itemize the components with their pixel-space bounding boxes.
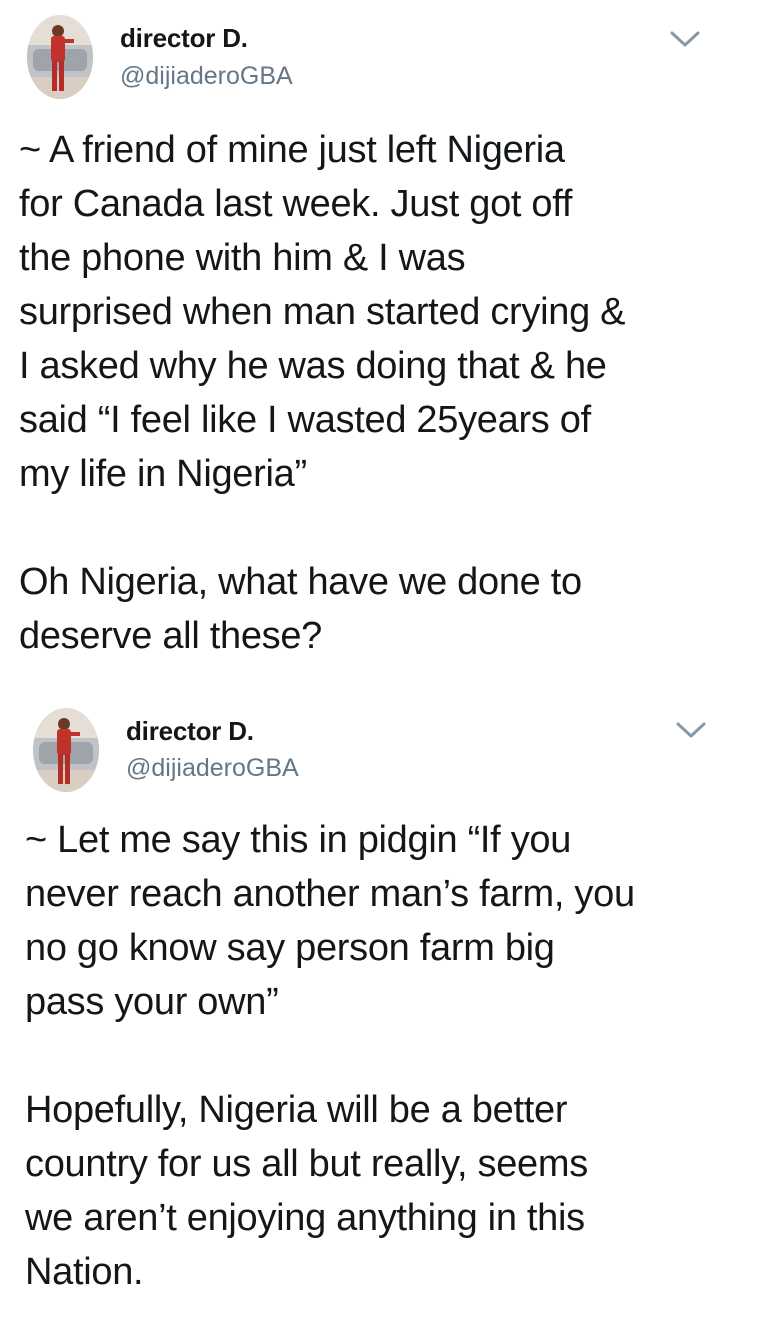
tweet-text-line: ~ A friend of mine just left Nigeria [19, 129, 565, 171]
author-name[interactable]: director D. [126, 716, 254, 746]
tweet-text-line: I asked why he was doing that & he [19, 345, 607, 387]
tweet-text: ~ Let me say this in pidgin “If you neve… [25, 813, 635, 1299]
tweet-text-line: no go know say person farm big [25, 927, 555, 969]
tweet-text-line: surprised when man started crying & [19, 291, 626, 333]
tweet-text-line: we aren’t enjoying anything in this [25, 1197, 585, 1239]
avatar-photo [33, 708, 99, 792]
avatar[interactable] [27, 15, 93, 99]
chevron-down-icon[interactable] [668, 27, 702, 51]
tweet-text-line: the phone with him & I was [19, 237, 466, 279]
chevron-down-icon[interactable] [674, 718, 708, 742]
tweet-text-line: Oh Nigeria, what have we done to [19, 561, 582, 603]
tweet-text-line: country for us all but really, seems [25, 1143, 588, 1185]
tweet-text-line: deserve all these? [19, 615, 323, 657]
tweet-text-line: Hopefully, Nigeria will be a better [25, 1089, 568, 1131]
tweet-text: ~ A friend of mine just left Nigeria for… [19, 123, 626, 663]
tweet-text-line: said “I feel like I wasted 25years of [19, 399, 591, 441]
avatar[interactable] [33, 708, 99, 792]
tweet-text-line: ~ Let me say this in pidgin “If you [25, 819, 572, 861]
author-name[interactable]: director D. [120, 23, 248, 53]
avatar-photo [27, 15, 93, 99]
author-handle[interactable]: @dijiaderoGBA [126, 753, 299, 783]
tweet-text-line: for Canada last week. Just got off [19, 183, 573, 225]
tweet-text-line: my life in Nigeria” [19, 453, 307, 495]
tweet-text-line: Nation. [25, 1251, 144, 1293]
tweet-text-line: pass your own” [25, 981, 279, 1023]
author-handle[interactable]: @dijiaderoGBA [120, 61, 293, 91]
tweet-text-line: never reach another man’s farm, you [25, 873, 635, 915]
